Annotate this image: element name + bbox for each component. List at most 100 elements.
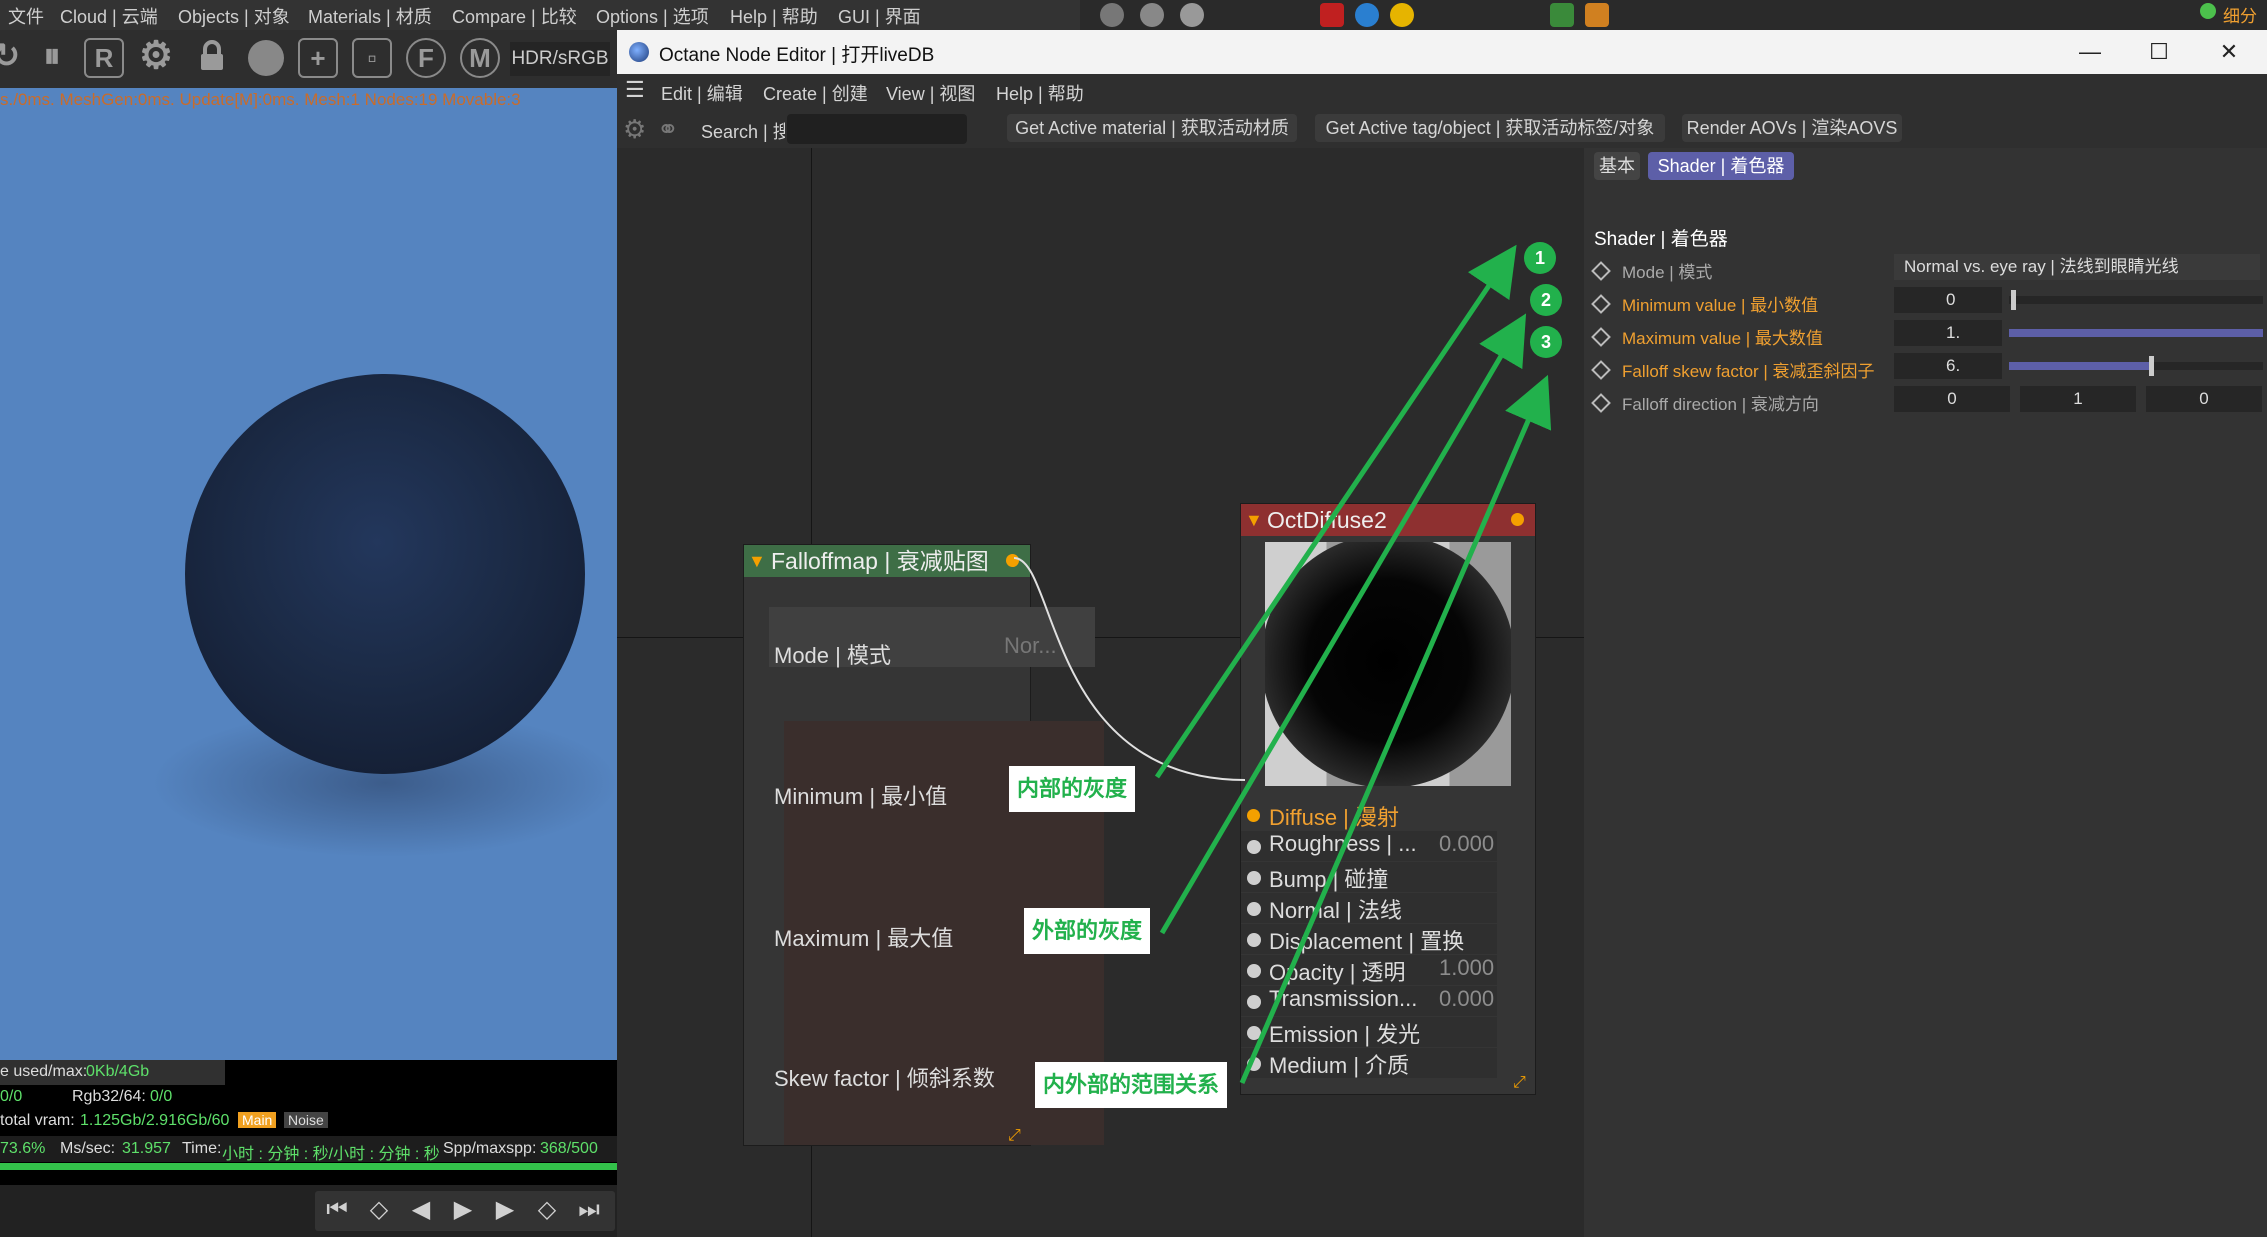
menu-options[interactable]: Options | 选项: [596, 3, 709, 29]
keyframe-diamond-icon[interactable]: [1591, 261, 1611, 281]
color-space-label[interactable]: HDR/sRGB: [510, 42, 610, 76]
direction-y-field[interactable]: 1: [2020, 386, 2136, 412]
get-active-tag-button[interactable]: Get Active tag/object | 获取活动标签/对象: [1315, 114, 1665, 142]
render-progress-bar: [0, 1163, 617, 1170]
scene-icon[interactable]: [1550, 3, 1574, 27]
material-icon[interactable]: M: [460, 38, 500, 78]
keyframe-diamond-icon[interactable]: [1591, 294, 1611, 314]
arrow-1: [1154, 244, 1517, 779]
min-value-field[interactable]: 0: [1894, 287, 2002, 313]
keyframe-diamond-icon[interactable]: [1591, 327, 1611, 347]
sphere-icon[interactable]: [246, 38, 286, 78]
sun-icon[interactable]: [1390, 3, 1414, 27]
sphere-material-icon[interactable]: [1180, 3, 1204, 27]
main-menubar: 文件 Cloud | 云端 Objects | 对象 Materials | 材…: [0, 0, 1080, 30]
max-label: Maximum value | 最大数值: [1622, 329, 1823, 348]
close-icon[interactable]: ✕: [2209, 34, 2249, 70]
mode-label: Mode | 模式: [1622, 263, 1713, 282]
menu-cloud[interactable]: Cloud | 云端: [60, 3, 158, 29]
tab-basic[interactable]: 基本: [1594, 152, 1640, 180]
time-label: Time:: [182, 1140, 222, 1157]
spp-label: Spp/maxspp:: [443, 1140, 537, 1157]
menu-compare[interactable]: Compare | 比较: [452, 3, 577, 29]
ms-value: 31.957: [122, 1140, 171, 1157]
badge-2: 2: [1530, 284, 1562, 316]
rgb-value: 0/0: [150, 1088, 173, 1105]
vram-value: 1.125Gb/2.916Gb/60: [80, 1112, 230, 1129]
go-start-icon[interactable]: ⏮: [318, 1195, 356, 1225]
light-icon[interactable]: [1355, 3, 1379, 27]
time-value: 小时 : 分钟 : 秒/小时 : 分钟 : 秒: [222, 1146, 440, 1163]
viewport-toolbar: ↻ ⏸ R ⚙ + ▫ F M HDR/sRGB: [0, 30, 617, 88]
octane-app-icon: [629, 42, 649, 62]
menu-help[interactable]: Help | 帮助: [730, 3, 818, 29]
refresh-icon[interactable]: ↻: [0, 38, 26, 78]
render-icon[interactable]: [1320, 3, 1344, 27]
menu-materials[interactable]: Materials | 材质: [308, 3, 432, 29]
step-forward-icon[interactable]: ▶: [486, 1195, 524, 1225]
memory-label: e used/max:: [0, 1063, 88, 1080]
pause-icon[interactable]: ⏸: [32, 38, 72, 78]
render-aovs-button[interactable]: Render AOVs | 渲染AOVS: [1682, 114, 1902, 142]
prev-key-icon[interactable]: ◇: [360, 1195, 398, 1225]
window-title: Octane Node Editor | 打开liveDB: [659, 45, 935, 66]
menu-gui[interactable]: GUI | 界面: [838, 3, 921, 29]
menu-view[interactable]: View | 视图: [886, 80, 975, 106]
lock-icon[interactable]: [192, 38, 232, 78]
next-key-icon[interactable]: ◇: [528, 1195, 566, 1225]
menu-edit[interactable]: Edit | 编辑: [661, 80, 743, 106]
add-object-icon[interactable]: +: [298, 38, 338, 78]
region-render-icon[interactable]: R: [84, 38, 124, 78]
skew-slider[interactable]: [2009, 356, 2263, 376]
annotation-inner-gray: 内部的灰度: [1009, 766, 1136, 812]
tab-shader[interactable]: Shader | 着色器: [1648, 152, 1794, 180]
tab-noise[interactable]: Noise: [284, 1112, 328, 1128]
arrow-2: [1159, 313, 1527, 935]
direction-z-field[interactable]: 0: [2146, 386, 2262, 412]
menu-file[interactable]: 文件: [8, 3, 44, 29]
editor-toolbar: ⚙ ⚭ Search | 搜 Get Active material | 获取活…: [617, 108, 2267, 148]
objects-icon[interactable]: [1585, 3, 1609, 27]
rgb-label: Rgb32/64:: [72, 1088, 146, 1105]
gear-icon[interactable]: ⚙: [623, 114, 646, 145]
skew-value-field[interactable]: 6.: [1894, 353, 2002, 379]
left-counter: 0/0: [0, 1088, 23, 1105]
play-icon[interactable]: ▶: [444, 1195, 482, 1225]
tab-main[interactable]: Main: [238, 1112, 277, 1128]
arrow-3: [1239, 374, 1552, 1084]
window-titlebar[interactable]: Octane Node Editor | 打开liveDB — ☐ ✕: [617, 30, 2267, 74]
menu-help[interactable]: Help | 帮助: [996, 80, 1084, 106]
render-viewport[interactable]: s./0ms. MeshGen:0ms. Update[M]:0ms. Mesh…: [0, 88, 617, 1078]
skew-label: Falloff skew factor | 衰减歪斜因子: [1622, 362, 1875, 381]
max-value-field[interactable]: 1.: [1894, 320, 2002, 346]
focus-icon[interactable]: F: [406, 38, 446, 78]
min-slider[interactable]: [2009, 290, 2263, 310]
c4d-toolbar-strip: 细分曲面 ✔: [1080, 0, 2267, 51]
annotation-outer-gray: 外部的灰度: [1024, 908, 1151, 954]
menu-objects[interactable]: Objects | 对象: [178, 3, 290, 29]
node-canvas[interactable]: ▼ Falloffmap | 衰减贴图 Mode | 模式 Nor... Min…: [617, 148, 1584, 1237]
settings-gear-icon[interactable]: ⚙: [136, 37, 176, 78]
maximize-icon[interactable]: ☐: [2139, 34, 2179, 70]
direction-x-field[interactable]: 0: [1894, 386, 2010, 412]
get-active-material-button[interactable]: Get Active material | 获取活动材质: [1007, 114, 1297, 142]
hamburger-menu-icon[interactable]: ☰: [625, 77, 645, 103]
menu-create[interactable]: Create | 创建: [763, 80, 868, 106]
link-icon[interactable]: ⚭: [657, 114, 679, 145]
annotation-range-relation: 内外部的范围关系: [1035, 1062, 1228, 1108]
playback-bar: ⏮ ◇ ◀ ▶ ▶ ◇ ⏭: [0, 1185, 617, 1237]
camera-icon[interactable]: ▫: [352, 38, 392, 78]
max-slider[interactable]: [2009, 329, 2263, 337]
step-back-icon[interactable]: ◀: [402, 1195, 440, 1225]
sphere-material-icon[interactable]: [1100, 3, 1124, 27]
editor-menubar: ☰ Edit | 编辑 Create | 创建 View | 视图 Help |…: [617, 74, 2267, 108]
go-end-icon[interactable]: ⏭: [570, 1195, 608, 1225]
mode-dropdown[interactable]: Normal vs. eye ray | 法线到眼睛光线: [1894, 254, 2260, 280]
sphere-material-icon[interactable]: [1140, 3, 1164, 27]
search-input[interactable]: [787, 114, 967, 144]
minimize-icon[interactable]: —: [2070, 34, 2110, 70]
keyframe-diamond-icon[interactable]: [1591, 393, 1611, 413]
properties-panel: 基本 Shader | 着色器 Shader | 着色器 Mode | 模式 N…: [1584, 148, 2267, 1237]
badge-1: 1: [1524, 242, 1556, 274]
keyframe-diamond-icon[interactable]: [1591, 360, 1611, 380]
